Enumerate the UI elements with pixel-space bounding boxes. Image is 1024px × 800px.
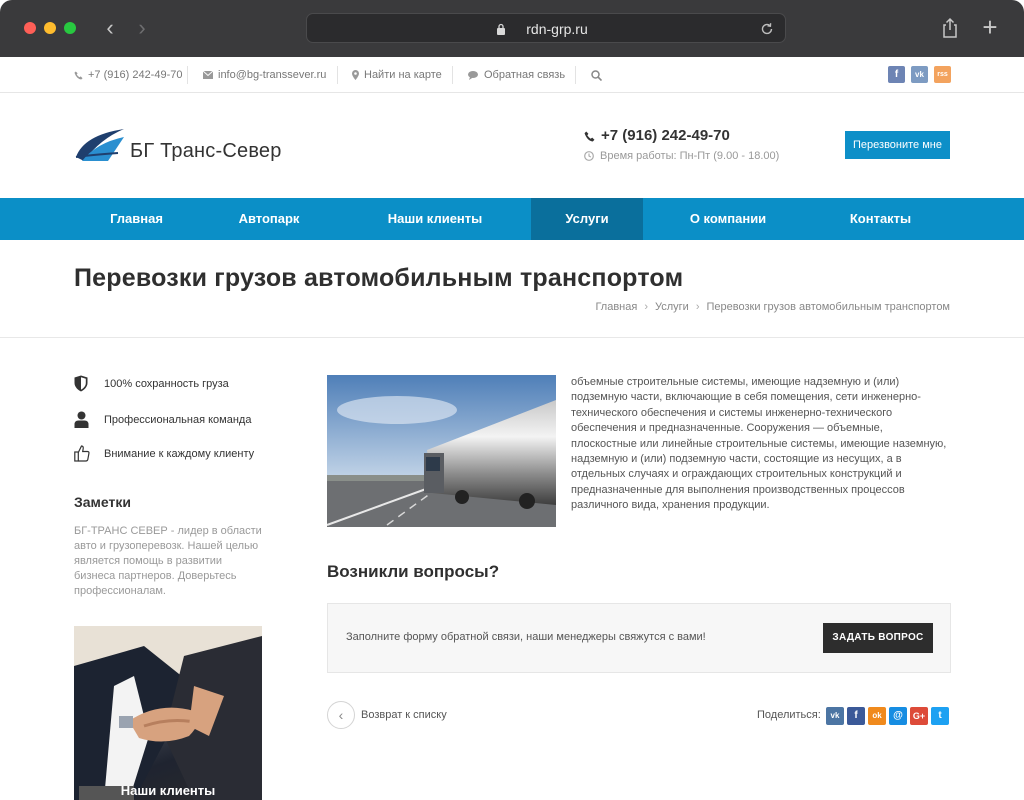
notes-text: БГ-ТРАНС СЕВЕР - лидер в области авто и … (74, 525, 262, 597)
main-navigation: Главная Автопарк Наши клиенты Услуги О к… (0, 198, 1024, 240)
zoom-window-button[interactable] (64, 22, 76, 34)
topbar-phone-text: +7 (916) 242-49-70 (88, 69, 183, 81)
nav-item-fleet[interactable]: Автопарк (199, 198, 339, 240)
feature-label: Внимание к каждому клиенту (104, 448, 255, 460)
handshake-image (74, 626, 262, 800)
clients-banner[interactable]: Наши клиенты (74, 626, 262, 800)
chevron-right-icon: › (644, 301, 648, 313)
browser-toolbar: ‹ › rdn-grp.ru + (0, 0, 1024, 57)
feature-team: Профессиональная команда (74, 410, 274, 430)
url-text: rdn-grp.ru (526, 21, 588, 37)
facebook-icon[interactable]: f (888, 66, 905, 83)
rss-icon[interactable]: rss (934, 66, 951, 83)
googleplus-share-icon[interactable]: G+ (910, 707, 928, 725)
nav-item-home[interactable]: Главная (74, 198, 199, 240)
ask-question-button[interactable]: ЗАДАТЬ ВОПРОС (823, 623, 933, 653)
map-pin-icon (352, 70, 359, 81)
questions-box: Заполните форму обратной связи, наши мен… (327, 603, 951, 673)
moimir-share-icon[interactable]: @ (889, 707, 907, 725)
callback-button[interactable]: Перезвоните мне (845, 131, 950, 159)
questions-text: Заполните форму обратной связи, наши мен… (346, 631, 706, 643)
clock-icon (584, 151, 594, 161)
header-phone[interactable]: +7 (916) 242-49-70 (584, 127, 730, 144)
breadcrumb-current: Перевозки грузов автомобильным транспорт… (706, 301, 951, 313)
odnoklassniki-share-icon[interactable]: ok (868, 707, 886, 725)
minimize-window-button[interactable] (44, 22, 56, 34)
nav-item-contacts[interactable]: Контакты (813, 198, 948, 240)
shield-icon (74, 375, 88, 392)
notes-heading: Заметки (74, 494, 131, 510)
reload-icon[interactable] (759, 21, 775, 37)
feature-cargo-safety: 100% сохранность груза (74, 374, 274, 394)
new-tab-button[interactable]: + (980, 14, 1000, 40)
nav-item-clients[interactable]: Наши клиенты (339, 198, 531, 240)
breadcrumb-home[interactable]: Главная (595, 301, 637, 313)
share-label: Поделиться: (757, 709, 821, 721)
divider (452, 66, 453, 84)
breadcrumb: Главная › Услуги › Перевозки грузов автомоби… (595, 301, 950, 313)
nav-item-about[interactable]: О компании (643, 198, 813, 240)
header-phone-text: +7 (916) 242-49-70 (601, 127, 730, 144)
topbar-phone[interactable]: +7 (916) 242-49-70 (74, 57, 182, 93)
chevron-right-icon: › (695, 301, 700, 313)
topbar-map-text: Найти на карте (364, 69, 442, 81)
feature-attention: Внимание к каждому клиенту (74, 444, 274, 464)
topbar-feedback-text: Обратная связь (484, 69, 566, 81)
working-hours-text: Время работы: Пн-Пт (9.00 - 18.00) (600, 150, 780, 162)
thumbs-up-icon (74, 445, 90, 462)
logo-icon[interactable] (74, 127, 126, 165)
forward-button[interactable]: › (130, 14, 154, 42)
clients-banner-label: Наши клиенты (120, 783, 216, 798)
breadcrumb-services[interactable]: Услуги (655, 301, 689, 313)
twitter-share-icon[interactable]: t (931, 707, 949, 725)
phone-icon (74, 71, 83, 80)
share-icon[interactable] (940, 17, 960, 39)
nav-item-services[interactable]: Услуги (531, 198, 643, 240)
chevron-left-icon[interactable]: ‹ (327, 701, 355, 729)
divider (575, 66, 576, 84)
topbar-email-text: info@bg-transsever.ru (218, 69, 327, 81)
back-to-list-link[interactable]: Возврат к списку (361, 709, 447, 721)
user-icon (74, 411, 89, 428)
working-hours: Время работы: Пн-Пт (9.00 - 18.00) (584, 150, 779, 162)
chat-icon (468, 70, 478, 80)
topbar-feedback-link[interactable]: Обратная связь (468, 57, 565, 93)
feature-label: 100% сохранность груза (104, 378, 229, 390)
topbar-map-link[interactable]: Найти на карте (352, 57, 442, 93)
divider (187, 66, 188, 84)
mail-icon (202, 70, 214, 80)
phone-icon (584, 131, 595, 142)
facebook-share-icon[interactable]: f (847, 707, 865, 725)
close-window-button[interactable] (24, 22, 36, 34)
top-info-bar: +7 (916) 242-49-70 info@bg-transsever.ru… (0, 57, 1024, 93)
truck-image (327, 375, 556, 527)
vkontakte-share-icon[interactable]: vk (826, 707, 844, 725)
logo-text[interactable]: БГ Транс-Север (130, 140, 282, 163)
search-icon[interactable] (591, 70, 602, 81)
topbar-email[interactable]: info@bg-transsever.ru (202, 57, 327, 93)
vkontakte-icon[interactable]: vk (911, 66, 928, 83)
page-header: Перевозки грузов автомобильным транспорт… (0, 240, 1024, 338)
questions-heading: Возникли вопросы? (327, 562, 500, 581)
divider (337, 66, 338, 84)
page-title: Перевозки грузов автомобильным транспорт… (74, 264, 684, 292)
back-button[interactable]: ‹ (98, 14, 122, 42)
site-header: БГ Транс-Север +7 (916) 242-49-70 Время … (0, 93, 1024, 198)
feature-label: Профессиональная команда (104, 414, 252, 426)
address-bar[interactable]: rdn-grp.ru (306, 13, 786, 43)
article-text: объемные строительные системы, имеющие н… (571, 376, 947, 512)
